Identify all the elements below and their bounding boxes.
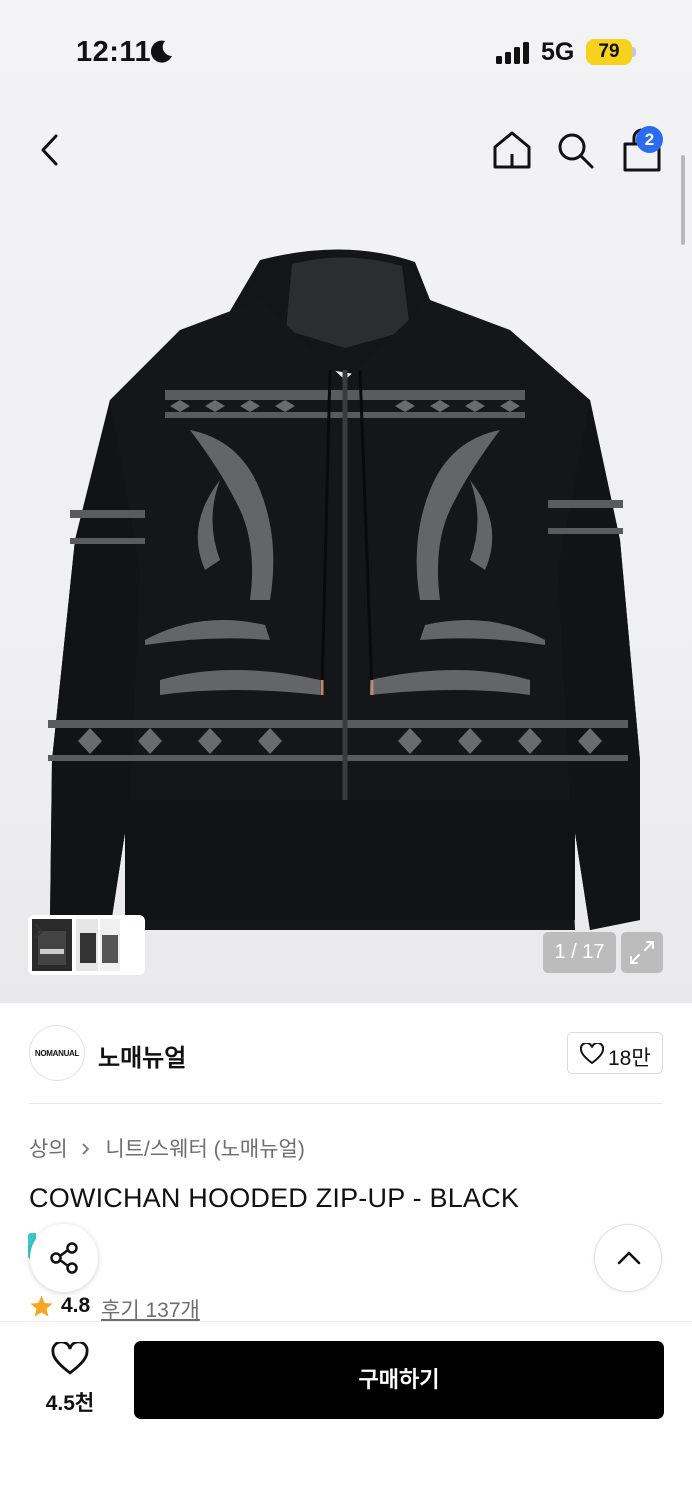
share-icon [50,1242,78,1274]
network-type: 5G [541,38,575,66]
search-icon[interactable] [553,128,597,172]
battery-level: 79 [586,39,632,65]
reviews-link[interactable]: 후기 137개 [101,1294,200,1324]
rating-value: 4.8 [61,1294,91,1317]
breadcrumb-subcategory[interactable]: 니트/스웨터 (노매뉴얼) [105,1133,305,1163]
scroll-top-button[interactable] [594,1224,662,1292]
chevron-right-icon [82,1143,90,1155]
wishlist-count: 4.5천 [45,1392,95,1415]
product-image[interactable] [30,240,660,940]
cart-count-badge: 2 [636,126,663,153]
moon-icon [150,40,172,63]
brand-like-count: 18만 [608,1047,651,1070]
expand-icon[interactable] [621,932,663,973]
status-bar: 12:11 5G 79 [0,0,692,100]
heart-icon [580,1043,604,1065]
wishlist-button[interactable]: 4.5천 [30,1342,110,1418]
signal-icon [496,42,529,64]
chevron-right-icon[interactable] [32,919,46,943]
breadcrumb: 상의 니트/스웨터 (노매뉴얼) [29,1133,305,1163]
brand-name[interactable]: 노매뉴얼 [98,1038,186,1073]
breadcrumb-category[interactable]: 상의 [29,1133,68,1163]
heart-icon [51,1342,89,1375]
back-arrow-icon[interactable] [30,128,74,172]
thumbnail-strip[interactable] [28,915,145,975]
brand-logo[interactable]: NOMANUAL [29,1025,85,1081]
divider [29,1103,663,1104]
status-time: 12:11 [76,36,152,68]
product-gallery[interactable]: 12:11 5G 79 2 1 / 17 [0,0,692,1003]
home-icon[interactable] [490,128,534,172]
buy-button[interactable]: 구매하기 [134,1341,664,1419]
battery-cap [632,47,636,57]
share-button[interactable] [30,1224,98,1292]
product-title: COWICHAN HOODED ZIP-UP - BLACK [29,1183,520,1213]
brand-like-button[interactable]: 18만 [567,1032,663,1074]
image-counter: 1 / 17 [543,932,616,973]
star-icon [30,1295,53,1317]
scrollbar[interactable] [681,155,685,245]
chevron-up-icon [617,1251,641,1265]
